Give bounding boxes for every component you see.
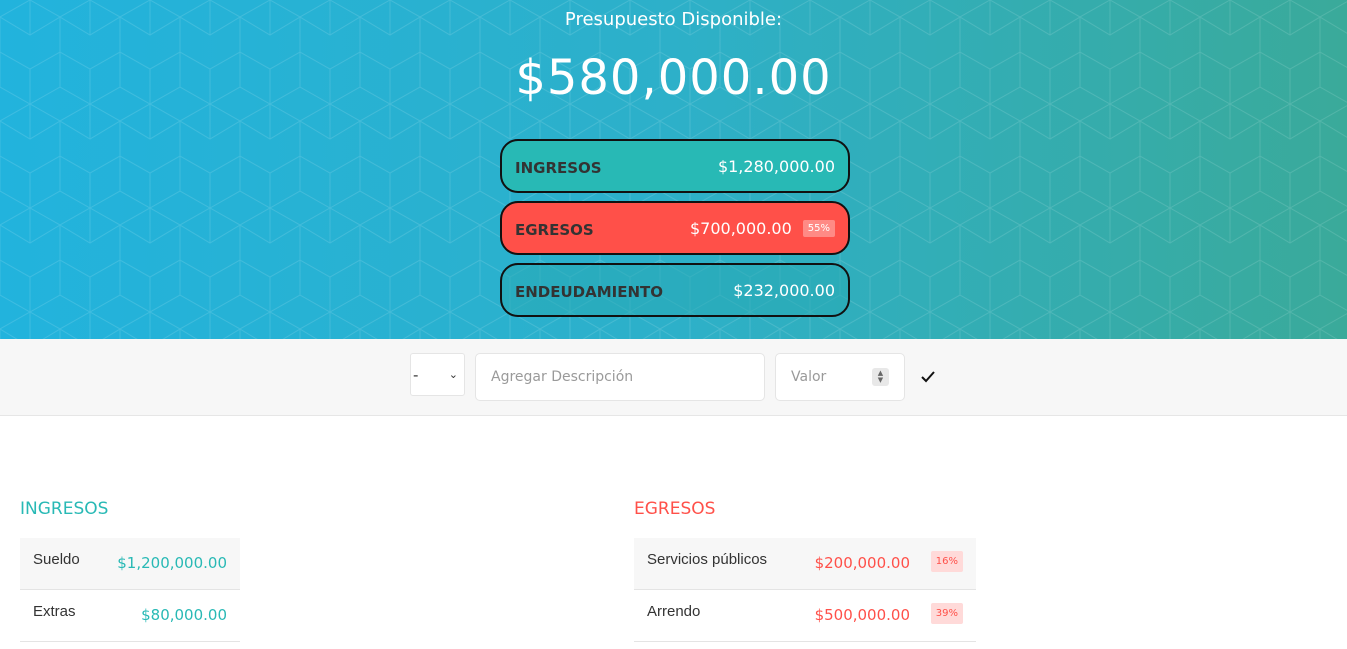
type-select-value: - <box>413 365 419 384</box>
egresos-list-title: EGRESOS <box>634 499 716 519</box>
summary-egresos-label: EGRESOS <box>515 221 594 239</box>
budget-header: Presupuesto Disponible: $580,000.00 INGR… <box>0 0 1347 339</box>
check-icon <box>921 370 935 382</box>
egresos-list: Servicios públicos $200,000.00 16% Arren… <box>634 538 976 642</box>
list-item[interactable]: Arrendo $500,000.00 39% <box>634 590 976 642</box>
chevron-down-icon: ⌄ <box>448 368 458 381</box>
type-select[interactable]: - ⌄ <box>410 353 465 396</box>
list-item[interactable]: Servicios públicos $200,000.00 16% <box>634 538 976 590</box>
summary-endeudamiento: ENDEUDAMIENTO $232,000.00 <box>500 263 850 317</box>
item-value: $1,200,000.00 <box>117 554 227 572</box>
submit-button[interactable] <box>917 367 939 389</box>
description-input[interactable] <box>475 353 765 401</box>
item-percent-badge: 16% <box>930 551 963 572</box>
summary-ingresos: INGRESOS $1,280,000.00 <box>500 139 850 193</box>
summary-ingresos-value: $1,280,000.00 <box>717 156 835 176</box>
item-description: Extras <box>33 603 76 620</box>
item-value: $200,000.00 <box>814 554 910 572</box>
summary-egresos-value: $700,000.00 <box>689 218 792 238</box>
summary-endeudamiento-label: ENDEUDAMIENTO <box>515 283 664 301</box>
item-description: Arrendo <box>647 603 701 620</box>
item-description: Servicios públicos <box>647 551 768 568</box>
summary-egresos: EGRESOS $700,000.00 55% <box>500 201 850 255</box>
ingresos-list-title: INGRESOS <box>20 499 109 519</box>
summary-endeudamiento-value: $232,000.00 <box>733 280 835 300</box>
available-budget: $580,000.00 <box>515 50 832 106</box>
number-spinner-icon[interactable]: ▲ ▼ <box>872 368 889 386</box>
item-description: Sueldo <box>33 551 80 568</box>
list-item[interactable]: Extras $80,000.00 <box>20 590 240 642</box>
value-field[interactable]: ▲▼ <box>775 353 905 401</box>
value-input[interactable] <box>776 354 871 400</box>
summary-egresos-percent-badge: 55% <box>802 219 835 237</box>
item-value: $500,000.00 <box>814 606 910 624</box>
summary-ingresos-label: INGRESOS <box>515 159 602 177</box>
budget-title: Presupuesto Disponible: <box>564 9 783 30</box>
ingresos-list: Sueldo $1,200,000.00 Extras $80,000.00 <box>20 538 240 642</box>
item-percent-badge: 39% <box>930 603 963 624</box>
add-entry-bar: - ⌄ ▲▼ <box>0 339 1347 416</box>
list-item[interactable]: Sueldo $1,200,000.00 <box>20 538 240 590</box>
item-value: $80,000.00 <box>141 606 227 624</box>
